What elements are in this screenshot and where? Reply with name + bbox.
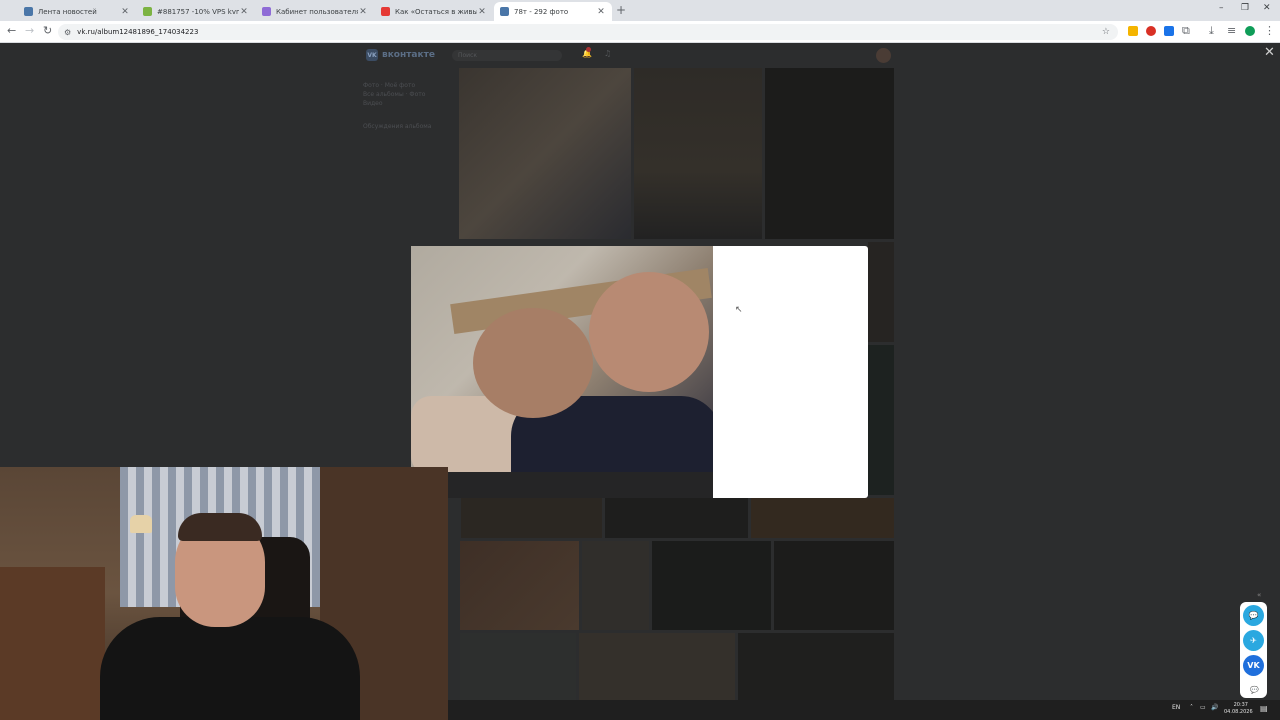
vk-sidebar: Фото · Моё фото Все альбомы · Фото Видео… <box>363 81 443 131</box>
album-photo-thumbnail[interactable] <box>461 498 602 538</box>
photo-person-left <box>473 308 593 418</box>
windows-taskbar: EN ˄ ▭ 🔊 20:37 04.08.2026 ▤ <box>448 700 1280 720</box>
webcam-dresser <box>0 567 105 720</box>
album-photo-thumbnail[interactable] <box>579 633 735 700</box>
vk-widget-icon[interactable]: VK <box>1243 655 1264 676</box>
extension-opera-icon[interactable] <box>1146 26 1156 36</box>
vk-logo[interactable]: VK вконтакте <box>366 49 435 61</box>
site-info-icon[interactable]: ⚙ <box>64 28 71 37</box>
tab-search-icon[interactable]: ≡ <box>1227 24 1236 37</box>
minimize-button[interactable]: – <box>1219 3 1224 13</box>
sidebar-link[interactable]: Обсуждения альбома <box>363 122 443 131</box>
url-text: vk.ru/album12481896_174034223 <box>77 28 199 36</box>
youtube-favicon-icon <box>381 7 390 16</box>
tab-title: 78т - 292 фото <box>514 7 569 16</box>
tab-close-icon[interactable]: ✕ <box>239 7 249 17</box>
browser-toolbar: ← → ↻ ⚙ vk.ru/album12481896_174034223 ☆ … <box>0 21 1280 43</box>
vk-logo-icon: VK <box>366 49 378 61</box>
cabinet-favicon-icon <box>262 7 271 16</box>
album-photo-thumbnail[interactable] <box>868 345 894 495</box>
reload-icon[interactable]: ↻ <box>43 24 52 37</box>
webcam-person-body <box>100 617 360 720</box>
vk-favicon-icon <box>500 7 509 16</box>
viewer-close-icon[interactable]: ✕ <box>1264 45 1275 60</box>
vk-logo-text: вконтакте <box>382 50 435 60</box>
tab-close-icon[interactable]: ✕ <box>358 7 368 17</box>
browser-tab-3[interactable]: Кабинет пользователя | justho ✕ <box>256 2 374 21</box>
forward-arrow-icon[interactable]: → <box>25 24 34 37</box>
album-photo-thumbnail[interactable] <box>868 242 894 342</box>
network-icon[interactable]: ▭ <box>1200 704 1206 711</box>
tab-close-icon[interactable]: ✕ <box>477 7 487 17</box>
album-photo-thumbnail[interactable] <box>751 498 894 538</box>
browser-tab-1[interactable]: Лента новостей ✕ <box>18 2 136 21</box>
tab-title: Лента новостей <box>38 7 97 16</box>
viewer-photo[interactable] <box>411 246 713 472</box>
tray-chevron-icon[interactable]: ˄ <box>1190 704 1193 711</box>
hosting-favicon-icon <box>143 7 152 16</box>
album-photo-thumbnail[interactable] <box>582 541 649 630</box>
messenger-widget-icon[interactable]: 💬 <box>1243 605 1264 626</box>
vk-favicon-icon <box>24 7 33 16</box>
maximize-button[interactable]: ❐ <box>1241 3 1249 13</box>
tab-title: Как «Остаться в живых» навс <box>395 7 477 16</box>
album-photo-thumbnail[interactable] <box>738 633 894 700</box>
mouse-cursor-icon: ↖ <box>735 305 743 315</box>
browser-tab-strip: Лента новостей ✕ #881757 -10% VPS kvm 88… <box>0 0 1280 21</box>
notification-badge <box>586 47 591 52</box>
vk-search-input[interactable]: Поиск <box>452 50 562 61</box>
bookmark-star-icon[interactable]: ☆ <box>1102 27 1110 37</box>
window-close-button[interactable]: ✕ <box>1263 3 1271 13</box>
webcam-person-hair <box>178 513 262 541</box>
vk-user-avatar[interactable] <box>876 48 891 63</box>
photo-person-right <box>589 272 709 392</box>
language-indicator[interactable]: EN <box>1172 704 1180 711</box>
album-photo-thumbnail[interactable] <box>765 68 894 239</box>
downloads-icon[interactable]: ⤓ <box>1209 24 1214 38</box>
webcam-overlay <box>0 467 448 720</box>
extension-translate-icon[interactable] <box>1164 26 1174 36</box>
album-photo-thumbnail[interactable] <box>652 541 771 630</box>
photo-viewer-modal <box>411 246 868 498</box>
sidebar-line[interactable]: Фото · Моё фото <box>363 81 443 90</box>
sidebar-line[interactable]: Все альбомы · Фото <box>363 90 443 99</box>
webcam-lamp <box>130 515 152 533</box>
browser-tab-4[interactable]: Как «Остаться в живых» навс ✕ <box>375 2 493 21</box>
notification-center-icon[interactable]: ▤ <box>1260 704 1268 713</box>
album-photo-thumbnail[interactable] <box>634 68 762 239</box>
floating-widgets-panel: 💬 ✈ VK 💬 <box>1240 602 1267 698</box>
photo-bottom-bar <box>448 472 713 498</box>
sidebar-line[interactable]: Видео <box>363 99 443 108</box>
chat-bubble-icon[interactable]: 💬 <box>1250 686 1259 694</box>
tab-title: Кабинет пользователя | justho <box>276 7 358 16</box>
clock-date: 04.08.2026 <box>1224 709 1253 715</box>
chrome-menu-icon[interactable]: ⋮ <box>1264 24 1275 37</box>
clock-time: 20:37 <box>1233 702 1248 708</box>
widgets-collapse-icon[interactable]: « <box>1257 591 1261 599</box>
address-bar[interactable]: ⚙ vk.ru/album12481896_174034223 ☆ <box>58 24 1118 40</box>
volume-icon[interactable]: 🔊 <box>1211 704 1218 711</box>
album-photo-thumbnail[interactable] <box>605 498 748 538</box>
profile-avatar-icon[interactable] <box>1245 26 1255 36</box>
tab-close-icon[interactable]: ✕ <box>596 7 606 17</box>
album-photo-thumbnail[interactable] <box>460 633 576 700</box>
tab-title: #881757 -10% VPS kvm 88175 <box>157 7 239 16</box>
album-photo-thumbnail[interactable] <box>460 541 579 630</box>
browser-tab-5-active[interactable]: 78т - 292 фото ✕ <box>494 2 612 21</box>
extension-bookmark-icon[interactable] <box>1128 26 1138 36</box>
tab-close-icon[interactable]: ✕ <box>120 7 130 17</box>
extensions-puzzle-icon[interactable]: ⧉ <box>1182 24 1190 38</box>
music-icon[interactable]: ♫ <box>604 49 611 58</box>
back-arrow-icon[interactable]: ← <box>7 24 16 37</box>
album-photo-thumbnail[interactable] <box>774 541 894 630</box>
telegram-widget-icon[interactable]: ✈ <box>1243 630 1264 651</box>
photo-info-panel <box>713 246 868 498</box>
album-photo-thumbnail[interactable] <box>459 68 631 239</box>
taskbar-clock[interactable]: 20:37 04.08.2026 <box>1224 702 1253 716</box>
new-tab-button[interactable]: + <box>616 3 626 17</box>
browser-tab-2[interactable]: #881757 -10% VPS kvm 88175 ✕ <box>137 2 255 21</box>
